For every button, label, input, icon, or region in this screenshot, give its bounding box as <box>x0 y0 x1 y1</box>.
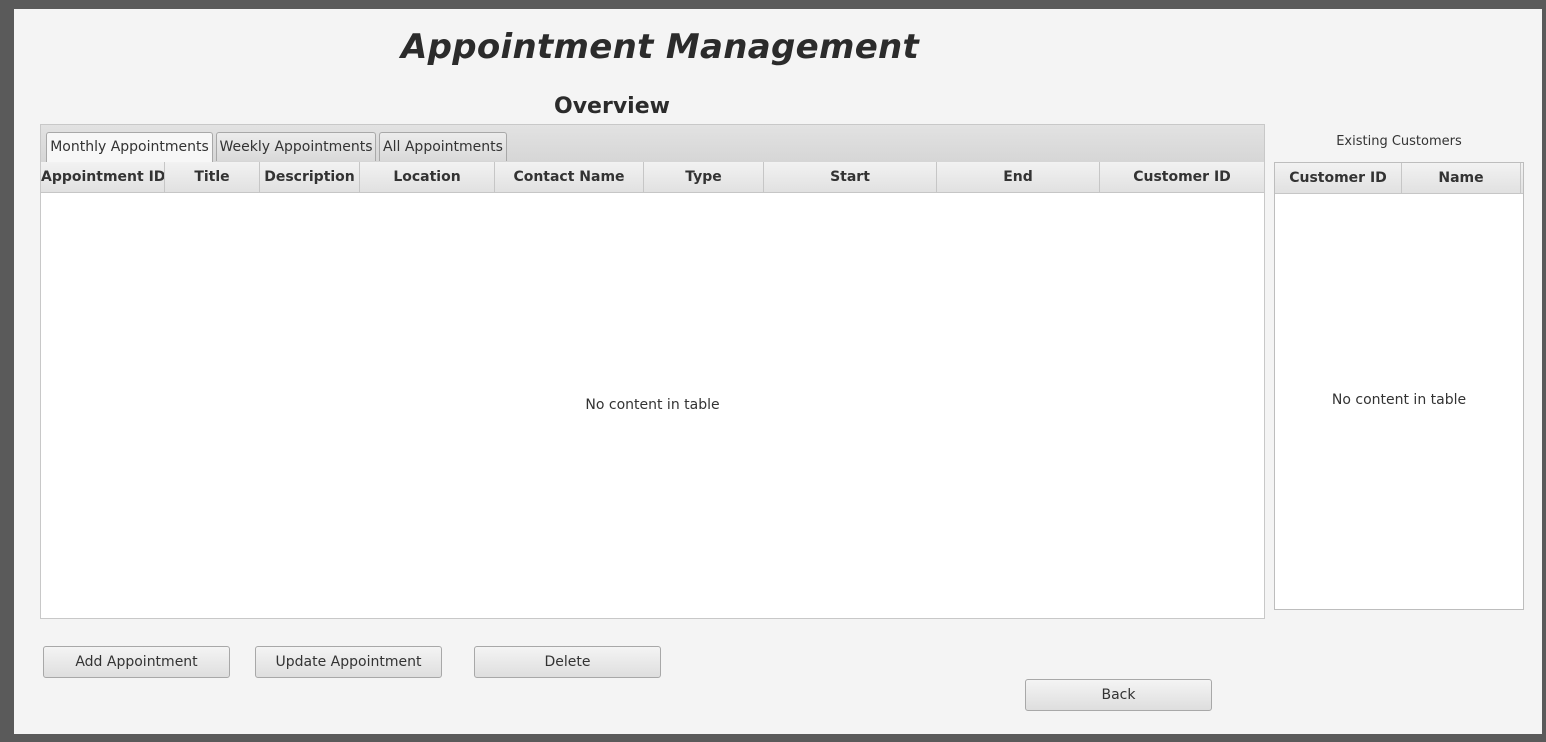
column-type[interactable]: Type <box>644 162 764 192</box>
update-appointment-button[interactable]: Update Appointment <box>255 646 442 678</box>
column-name[interactable]: Name <box>1402 163 1521 193</box>
column-start[interactable]: Start <box>764 162 937 192</box>
delete-button[interactable]: Delete <box>474 646 661 678</box>
tab-monthly-appointments[interactable]: Monthly Appointments <box>46 132 213 162</box>
overview-heading: Overview <box>554 94 670 119</box>
column-title[interactable]: Title <box>165 162 260 192</box>
column-appointment-id[interactable]: Appointment ID <box>41 162 165 192</box>
appointments-empty-placeholder: No content in table <box>585 397 720 413</box>
customers-table: Customer ID Name No content in table <box>1274 162 1524 610</box>
appointment-window: Appointment Management Overview Monthly … <box>14 9 1542 734</box>
customers-empty-placeholder: No content in table <box>1331 392 1467 408</box>
existing-customers-label: Existing Customers <box>1336 134 1462 149</box>
tab-header-bar: Monthly Appointments Weekly Appointments… <box>41 125 1264 163</box>
back-button[interactable]: Back <box>1025 679 1212 711</box>
customers-table-body[interactable]: No content in table <box>1275 194 1523 609</box>
column-contact-name[interactable]: Contact Name <box>495 162 644 192</box>
appointments-table-body[interactable]: No content in table <box>41 193 1264 618</box>
appointments-tab-pane: Monthly Appointments Weekly Appointments… <box>40 124 1265 619</box>
tab-all-appointments[interactable]: All Appointments <box>379 132 507 161</box>
page-title: Appointment Management <box>401 27 920 67</box>
column-end[interactable]: End <box>937 162 1100 192</box>
appointments-table-header: Appointment ID Title Description Locatio… <box>41 162 1264 193</box>
column-customer-id[interactable]: Customer ID <box>1100 162 1264 192</box>
customers-table-header: Customer ID Name <box>1275 163 1523 194</box>
column-location[interactable]: Location <box>360 162 495 192</box>
add-appointment-button[interactable]: Add Appointment <box>43 646 230 678</box>
column-description[interactable]: Description <box>260 162 360 192</box>
column-customer-id[interactable]: Customer ID <box>1275 163 1402 193</box>
tab-weekly-appointments[interactable]: Weekly Appointments <box>216 132 376 161</box>
